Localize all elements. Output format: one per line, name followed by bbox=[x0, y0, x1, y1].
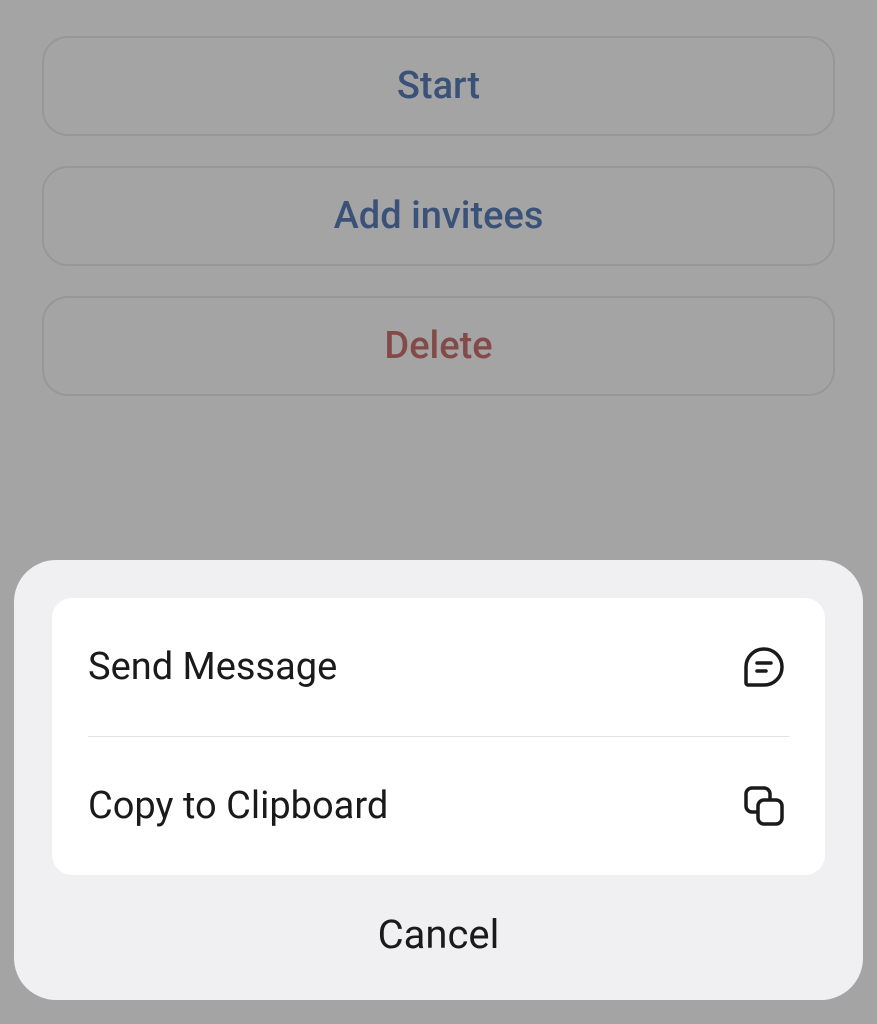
cancel-button[interactable]: Cancel bbox=[52, 875, 825, 970]
send-message-option[interactable]: Send Message bbox=[52, 598, 825, 736]
action-sheet: Send Message Copy to Clipboard Cancel bbox=[14, 560, 863, 1000]
copy-to-clipboard-option[interactable]: Copy to Clipboard bbox=[52, 737, 825, 875]
action-options-group: Send Message Copy to Clipboard bbox=[52, 598, 825, 875]
copy-icon bbox=[739, 781, 789, 831]
copy-to-clipboard-label: Copy to Clipboard bbox=[88, 784, 388, 828]
send-message-label: Send Message bbox=[88, 645, 337, 689]
cancel-button-label: Cancel bbox=[378, 911, 500, 958]
message-icon bbox=[739, 642, 789, 692]
